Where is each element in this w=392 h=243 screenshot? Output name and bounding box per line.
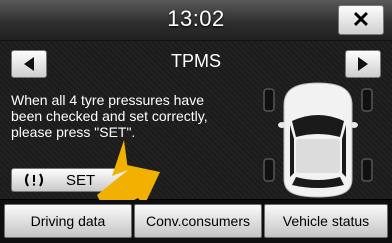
car-top-view-icon xyxy=(263,82,373,198)
bottom-tab-bar: Driving data Conv.consumers Vehicle stat… xyxy=(0,200,392,243)
main-panel: TPMS When all 4 tyre pressures have been… xyxy=(0,41,392,199)
close-icon: ✕ xyxy=(351,7,371,32)
set-button-label: SET xyxy=(66,172,96,189)
right-arrow-icon xyxy=(358,57,368,71)
tpms-screen: 13:02 ✕ TPMS When all 4 tyre pressures h… xyxy=(0,0,392,243)
clock-time: 13:02 xyxy=(167,6,225,31)
tab-conv-consumers[interactable]: Conv.consumers xyxy=(134,204,262,238)
tpms-warning-icon xyxy=(25,173,43,187)
set-button[interactable]: SET xyxy=(11,168,140,192)
next-page-button[interactable] xyxy=(345,50,381,78)
instruction-text: When all 4 tyre pressures have been chec… xyxy=(11,92,208,140)
tab-vehicle-status[interactable]: Vehicle status xyxy=(264,204,388,238)
tab-driving-data[interactable]: Driving data xyxy=(4,204,132,238)
close-button[interactable]: ✕ xyxy=(338,5,384,35)
page-title: TPMS xyxy=(170,51,221,71)
top-bar: 13:02 ✕ xyxy=(0,0,392,41)
